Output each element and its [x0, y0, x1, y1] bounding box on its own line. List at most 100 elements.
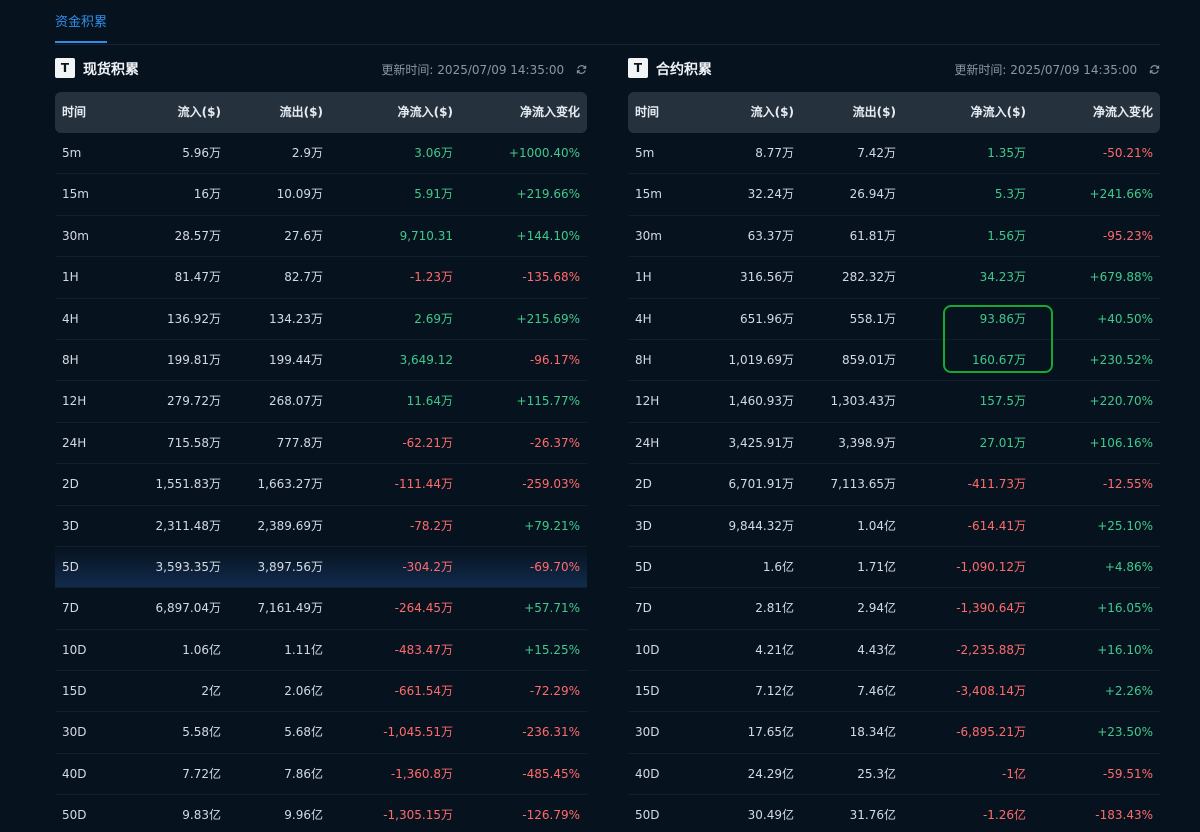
row-net-change: -95.23% — [1102, 228, 1153, 243]
table-row[interactable]: 15D 7.12亿 7.46亿 -3,408.14万 +2.26% — [628, 671, 1160, 713]
table-row[interactable]: 5m 5.96万 2.9万 3.06万 +1000.40% — [55, 133, 587, 175]
update-time-label: 更新时间: — [954, 63, 1007, 77]
table-row[interactable]: 15m 32.24万 26.94万 5.3万 +241.66% — [628, 174, 1160, 216]
spot-panel: T 现货积累 更新时间: 2025/07/09 14:35:00 时间 流入($… — [55, 57, 587, 822]
row-inflow: 136.92万 — [167, 311, 221, 326]
row-time: 1H — [62, 270, 79, 285]
table-row[interactable]: 50D 9.83亿 9.96亿 -1,305.15万 -126.79% — [55, 795, 587, 832]
refresh-icon[interactable] — [576, 64, 587, 75]
row-inflow: 17.65亿 — [747, 725, 794, 740]
column-header-inflow[interactable]: 流入($) — [751, 92, 794, 133]
column-header-net-change[interactable]: 净流入变化 — [520, 92, 580, 133]
row-outflow: 7.86亿 — [284, 766, 323, 781]
column-header-net-change[interactable]: 净流入变化 — [1093, 92, 1153, 133]
column-header-time[interactable]: 时间 — [62, 92, 86, 133]
table-row[interactable]: 12H 279.72万 268.07万 11.64万 +115.77% — [55, 381, 587, 423]
table-row[interactable]: 15m 16万 10.09万 5.91万 +219.66% — [55, 174, 587, 216]
row-outflow: 3,398.9万 — [838, 435, 896, 450]
row-outflow: 82.7万 — [284, 270, 323, 285]
table-row[interactable]: 30D 5.58亿 5.68亿 -1,045.51万 -236.31% — [55, 712, 587, 754]
row-outflow: 31.76亿 — [849, 808, 896, 823]
row-net-inflow: -264.45万 — [394, 601, 453, 616]
row-net-change: -259.03% — [522, 477, 580, 492]
table-row[interactable]: 2D 6,701.91万 7,113.65万 -411.73万 -12.55% — [628, 464, 1160, 506]
row-net-inflow: -1,360.8万 — [390, 766, 453, 781]
table-row[interactable]: 1H 316.56万 282.32万 34.23万 +679.88% — [628, 257, 1160, 299]
row-net-change: +219.66% — [516, 187, 580, 202]
table-row[interactable]: 5D 3,593.35万 3,897.56万 -304.2万 -69.70% — [55, 546, 587, 589]
row-inflow: 5.58亿 — [182, 725, 221, 740]
column-header-outflow[interactable]: 流出($) — [853, 92, 896, 133]
column-header-inflow[interactable]: 流入($) — [178, 92, 221, 133]
row-time: 3D — [635, 518, 652, 533]
table-row[interactable]: 3D 9,844.32万 1.04亿 -614.41万 +25.10% — [628, 506, 1160, 547]
row-time: 8H — [62, 352, 79, 367]
table-row[interactable]: 24H 3,425.91万 3,398.9万 27.01万 +106.16% — [628, 423, 1160, 465]
table-row[interactable]: 5m 8.77万 7.42万 1.35万 -50.21% — [628, 133, 1160, 175]
table-row[interactable]: 10D 1.06亿 1.11亿 -483.47万 +15.25% — [55, 630, 587, 672]
row-outflow: 268.07万 — [269, 394, 323, 409]
column-header-outflow[interactable]: 流出($) — [280, 92, 323, 133]
column-header-net-inflow[interactable]: 净流入($) — [398, 92, 453, 133]
row-time: 15D — [635, 684, 660, 699]
table-row[interactable]: 30D 17.65亿 18.34亿 -6,895.21万 +23.50% — [628, 712, 1160, 754]
highlight-annotation-box — [943, 305, 1053, 373]
table-row[interactable]: 15D 2亿 2.06亿 -661.54万 -72.29% — [55, 671, 587, 713]
row-net-change: +230.52% — [1089, 352, 1153, 367]
row-net-change: -12.55% — [1102, 477, 1153, 492]
tab-fund-accumulation[interactable]: 资金积累 — [55, 11, 108, 43]
row-net-change: -236.31% — [522, 725, 580, 740]
table-row[interactable]: 8H 1,019.69万 859.01万 160.67万 +230.52% — [628, 340, 1160, 382]
table-row[interactable]: 30m 63.37万 61.81万 1.56万 -95.23% — [628, 216, 1160, 258]
row-outflow: 61.81万 — [849, 228, 896, 243]
row-net-inflow: -1,390.64万 — [956, 601, 1026, 616]
table-row[interactable]: 5D 1.6亿 1.71亿 -1,090.12万 +4.86% — [628, 547, 1160, 589]
table-row[interactable]: 24H 715.58万 777.8万 -62.21万 -26.37% — [55, 423, 587, 465]
row-inflow: 279.72万 — [167, 394, 221, 409]
table-row[interactable]: 7D 2.81亿 2.94亿 -1,390.64万 +16.05% — [628, 588, 1160, 630]
column-header-net-inflow[interactable]: 净流入($) — [971, 92, 1026, 133]
row-time: 4H — [62, 311, 79, 326]
refresh-icon[interactable] — [1149, 64, 1160, 75]
row-net-inflow: 5.3万 — [994, 187, 1026, 202]
row-time: 15D — [62, 684, 87, 699]
row-net-change: +220.70% — [1089, 394, 1153, 409]
table-row[interactable]: 40D 24.29亿 25.3亿 -1亿 -59.51% — [628, 754, 1160, 796]
row-inflow: 199.81万 — [167, 352, 221, 367]
table-row[interactable]: 3D 2,311.48万 2,389.69万 -78.2万 +79.21% — [55, 506, 587, 547]
row-net-change: -135.68% — [522, 270, 580, 285]
table-row[interactable]: 30m 28.57万 27.6万 9,710.31 +144.10% — [55, 216, 587, 258]
row-inflow: 24.29亿 — [747, 766, 794, 781]
row-outflow: 2.9万 — [291, 146, 323, 160]
table-row[interactable]: 50D 30.49亿 31.76亿 -1.26亿 -183.43% — [628, 795, 1160, 832]
row-inflow: 30.49亿 — [747, 808, 794, 823]
row-net-inflow: -1.26亿 — [982, 808, 1026, 823]
token-logo-icon: T — [628, 58, 648, 78]
table-row[interactable]: 4H 136.92万 134.23万 2.69万 +215.69% — [55, 299, 587, 340]
row-outflow: 134.23万 — [269, 311, 323, 326]
table-row[interactable]: 10D 4.21亿 4.43亿 -2,235.88万 +16.10% — [628, 630, 1160, 672]
row-net-change: +115.77% — [516, 394, 580, 409]
table-row[interactable]: 12H 1,460.93万 1,303.43万 157.5万 +220.70% — [628, 381, 1160, 423]
futures-table-body: 5m 8.77万 7.42万 1.35万 -50.21% 15m 32.24万 26.94万 5… — [628, 133, 1160, 832]
table-row[interactable]: 8H 199.81万 199.44万 3,649.12 -96.17% — [55, 340, 587, 382]
row-time: 7D — [635, 601, 652, 616]
table-row[interactable]: 1H 81.47万 82.7万 -1.23万 -135.68% — [55, 257, 587, 299]
row-time: 40D — [635, 766, 660, 781]
futures-table-header: 时间 流入($) 流出($) 净流入($) 净流入变化 — [628, 92, 1160, 133]
row-outflow: 2.94亿 — [857, 601, 896, 616]
row-net-inflow: -304.2万 — [402, 559, 453, 574]
table-row[interactable]: 7D 6,897.04万 7,161.49万 -264.45万 +57.71% — [55, 588, 587, 630]
row-time: 30m — [635, 228, 662, 243]
table-row[interactable]: 40D 7.72亿 7.86亿 -1,360.8万 -485.45% — [55, 754, 587, 796]
row-time: 12H — [635, 394, 660, 409]
table-row[interactable]: 4H 651.96万 558.1万 93.86万 +40.50% — [628, 299, 1160, 340]
row-time: 24H — [62, 435, 87, 450]
table-row[interactable]: 2D 1,551.83万 1,663.27万 -111.44万 -259.03% — [55, 464, 587, 506]
row-net-change: -96.17% — [529, 352, 580, 367]
column-header-time[interactable]: 时间 — [635, 92, 659, 133]
tab-bar: 资金积累 — [55, 0, 1160, 45]
row-net-inflow: 3.06万 — [414, 146, 453, 160]
row-net-inflow: 11.64万 — [406, 394, 453, 409]
row-outflow: 7,161.49万 — [257, 601, 323, 616]
